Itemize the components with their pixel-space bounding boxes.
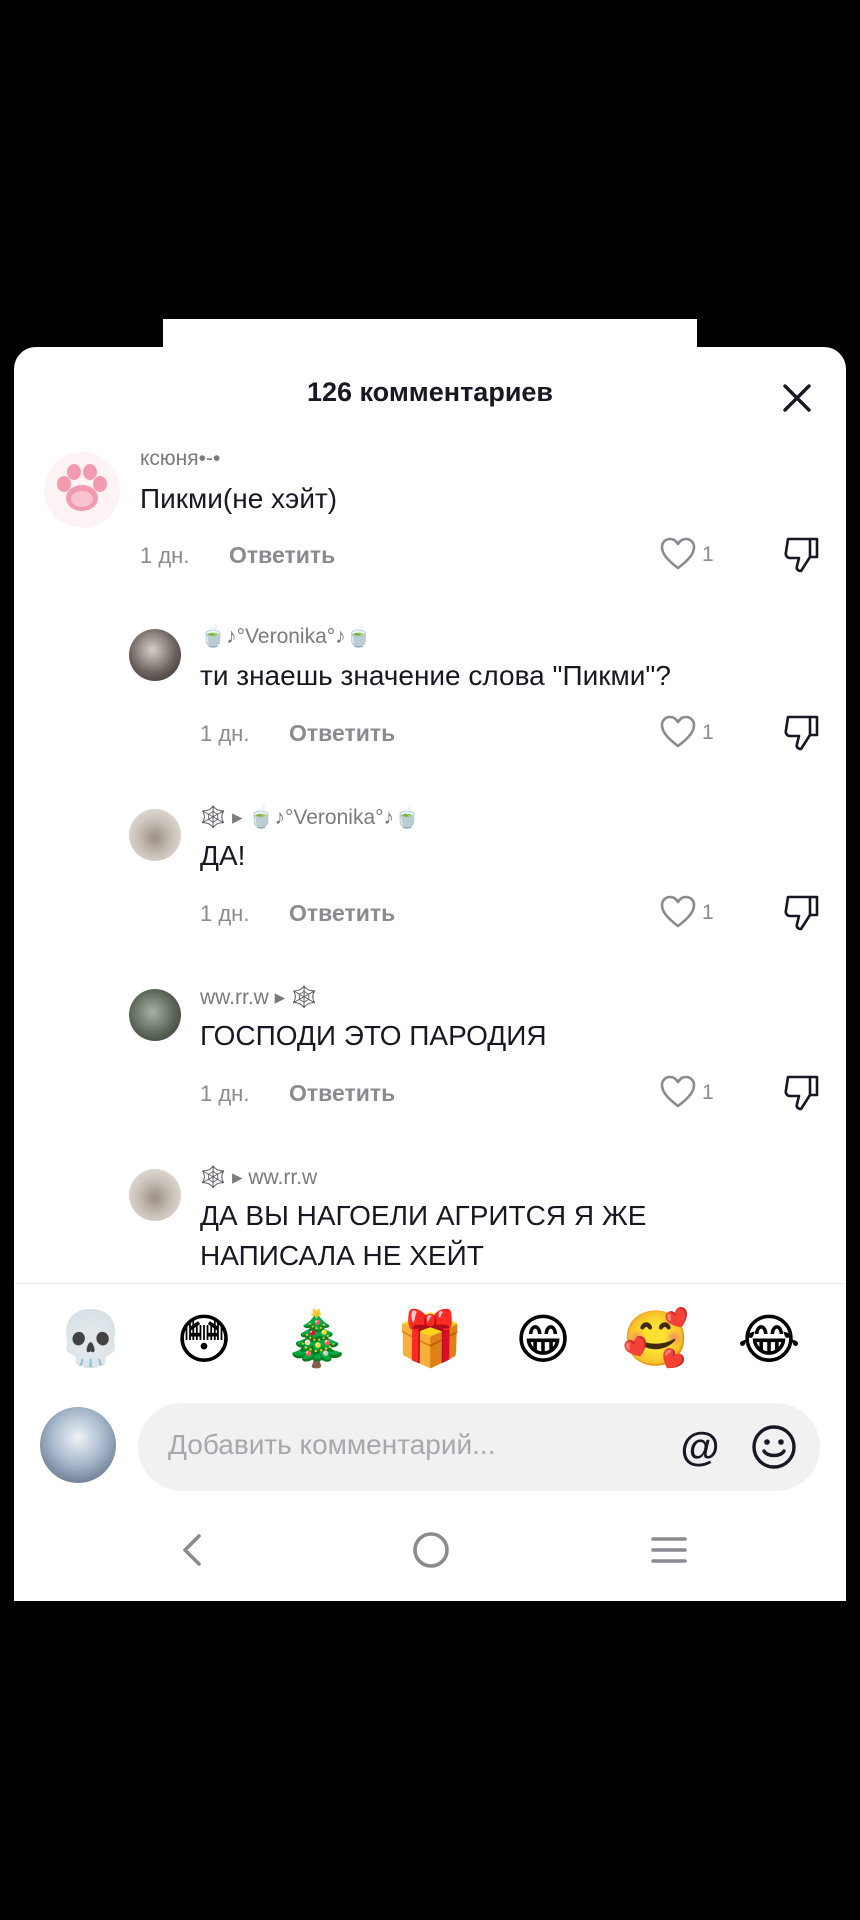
avatar[interactable] xyxy=(129,629,181,681)
like-button[interactable]: 1 xyxy=(660,535,730,575)
avatar[interactable] xyxy=(129,989,181,1041)
back-chevron-icon xyxy=(183,1534,201,1566)
comment-time: 1 дн. xyxy=(200,1081,250,1106)
reply-item: 🍵♪°Veronika°♪🍵 ти знаешь значение слова … xyxy=(14,625,846,795)
system-nav-bar xyxy=(14,1503,846,1601)
emoji-christmas-tree[interactable]: 🎄 xyxy=(282,1304,352,1374)
reply-item: ww.rr.w ▸ 🕸️ ГОСПОДИ ЭТО ПАРОДИЯ 1 дн. О… xyxy=(14,985,846,1155)
comment-item: ксюня•-• Пикми(не хэйт) 1 дн. Ответить 1 xyxy=(14,447,846,617)
comment-username[interactable]: 🕸️ ▸ 🍵♪°Veronika°♪🍵 xyxy=(200,805,420,830)
emoji-tears-of-joy[interactable]: 😂 xyxy=(734,1304,804,1374)
comment-text: ДА! xyxy=(200,840,246,871)
nav-home-button[interactable] xyxy=(406,1525,456,1575)
comment-text: ГОСПОДИ ЭТО ПАРОДИЯ xyxy=(200,1020,547,1051)
like-button[interactable]: 1 xyxy=(660,713,730,753)
like-count: 1 xyxy=(702,543,714,566)
thumbs-down-icon xyxy=(784,1075,819,1111)
comments-count-title: 126 комментариев xyxy=(306,377,554,407)
comment-text: Пикми(не хэйт) xyxy=(140,483,338,514)
emoji-grin[interactable]: 😁 xyxy=(508,1304,578,1374)
comment-username[interactable]: ww.rr.w ▸ 🕸️ xyxy=(200,985,317,1010)
emoji-gift[interactable]: 🎁 xyxy=(395,1304,465,1374)
comment-username[interactable]: 🍵♪°Veronika°♪🍵 xyxy=(200,625,372,649)
heart-outline-icon xyxy=(660,715,696,748)
comment-input-placeholder: Добавить комментарий... xyxy=(168,1429,496,1460)
dislike-button[interactable] xyxy=(782,713,822,753)
home-circle-icon xyxy=(413,1532,449,1568)
nav-back-button[interactable] xyxy=(168,1525,218,1575)
comment-text-line: ДА ВЫ НАГОЕЛИ АГРИТСЯ Я ЖЕ xyxy=(200,1200,647,1231)
dislike-button[interactable] xyxy=(782,535,822,575)
reply-button[interactable]: Ответить xyxy=(229,542,335,569)
thumbs-down-icon xyxy=(784,895,819,931)
reply-item: 🕸️ ▸ 🍵♪°Veronika°♪🍵 ДА! 1 дн. Ответить 1 xyxy=(14,805,846,975)
avatar[interactable] xyxy=(129,809,181,861)
comments-header: 126 комментариев xyxy=(14,347,846,443)
emoji-picker-button[interactable] xyxy=(750,1423,798,1471)
avatar[interactable] xyxy=(44,452,120,528)
heart-outline-icon xyxy=(660,1075,696,1108)
thumbs-down-icon xyxy=(784,715,819,751)
nav-menu-button[interactable] xyxy=(644,1525,694,1575)
at-icon: @ xyxy=(680,1424,720,1469)
like-button[interactable]: 1 xyxy=(660,893,730,933)
like-count: 1 xyxy=(702,901,714,924)
paw-icon xyxy=(44,452,120,528)
reply-item: 🕸️ ▸ ww.rr.w ДА ВЫ НАГОЕЛИ АГРИТСЯ Я ЖЕ … xyxy=(14,1165,846,1283)
mention-button[interactable]: @ xyxy=(676,1423,724,1471)
dislike-button[interactable] xyxy=(782,893,822,933)
like-button[interactable]: 1 xyxy=(660,1073,730,1113)
emoji-smiling-hearts[interactable]: 🥰 xyxy=(621,1304,691,1374)
comment-time: 1 дн. xyxy=(200,721,250,746)
like-count: 1 xyxy=(702,1081,714,1104)
comment-username[interactable]: 🕸️ ▸ ww.rr.w xyxy=(200,1165,317,1190)
comment-username[interactable]: ксюня•-• xyxy=(140,447,220,471)
reply-button[interactable]: Ответить xyxy=(289,1080,395,1107)
menu-lines-icon xyxy=(651,1537,687,1563)
close-button[interactable] xyxy=(780,381,814,415)
reply-button[interactable]: Ответить xyxy=(289,900,395,927)
comment-time: 1 дн. xyxy=(200,901,250,926)
emoji-skull[interactable]: 💀 xyxy=(56,1304,126,1374)
emoji-flushed[interactable]: 😳 xyxy=(169,1304,239,1374)
comment-composer: Добавить комментарий... @ xyxy=(14,1393,846,1503)
comment-text-line: НАПИСАЛА НЕ ХЕЙТ xyxy=(200,1240,484,1271)
heart-outline-icon xyxy=(660,537,696,570)
dislike-button[interactable] xyxy=(782,1073,822,1113)
avatar[interactable] xyxy=(129,1169,181,1221)
thumbs-down-icon xyxy=(784,537,819,573)
my-avatar[interactable] xyxy=(40,1407,116,1483)
comments-sheet: 126 комментариев ксюня•-• Пикми(не хэйт)… xyxy=(14,347,846,1601)
smiley-face-icon xyxy=(752,1425,796,1469)
comment-input[interactable]: Добавить комментарий... @ xyxy=(138,1403,820,1491)
comment-text: ти знаешь значение слова "Пикми"? xyxy=(200,660,671,691)
video-strip xyxy=(163,319,697,347)
like-count: 1 xyxy=(702,721,714,744)
comment-time: 1 дн. xyxy=(140,543,190,568)
heart-outline-icon xyxy=(660,895,696,928)
emoji-quick-bar: 💀 😳 🎄 🎁 😁 🥰 😂 xyxy=(14,1283,846,1394)
close-icon xyxy=(783,384,811,412)
reply-button[interactable]: Ответить xyxy=(289,720,395,747)
